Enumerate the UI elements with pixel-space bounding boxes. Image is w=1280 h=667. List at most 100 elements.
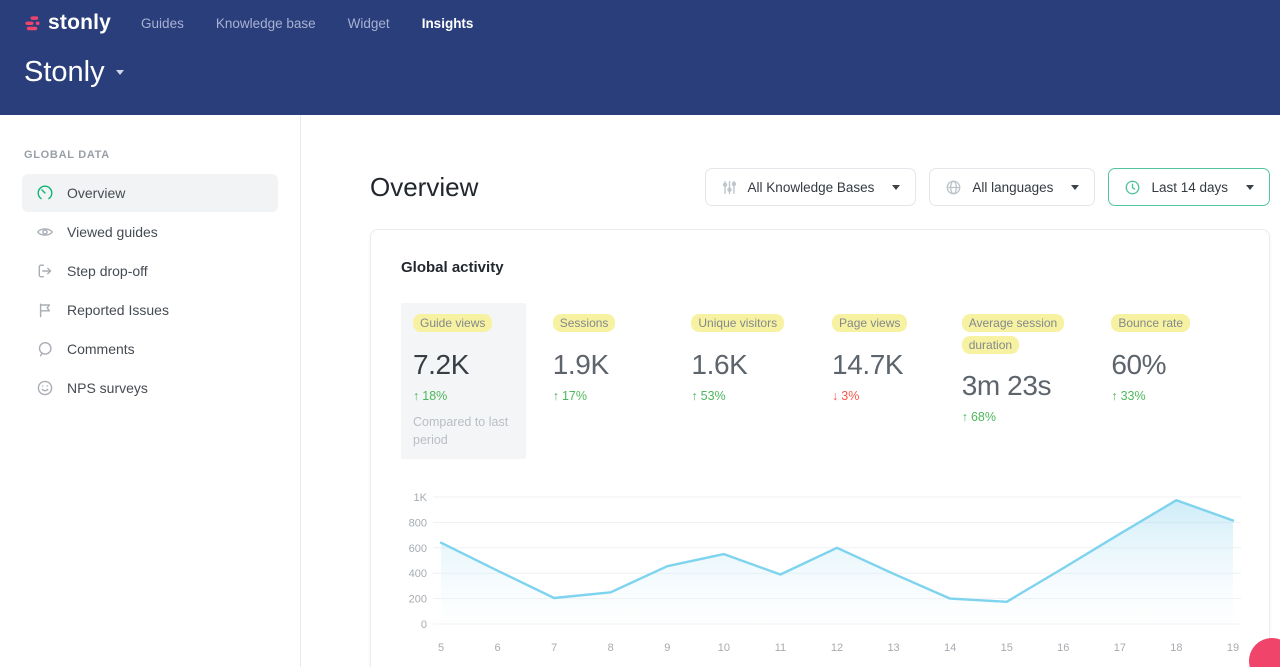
metrics-row: Guide views 7.2K ↑18% Compared to last p… [401, 303, 1239, 459]
sidebar-section-label: GLOBAL DATA [0, 149, 300, 161]
metric-delta: ↑17% [553, 389, 682, 403]
sidebar-item-label: Reported Issues [67, 302, 169, 318]
svg-text:12: 12 [831, 642, 843, 654]
trend-arrow-icon: ↓ [832, 389, 838, 403]
sidebar-item-label: Overview [67, 185, 125, 201]
sidebar-item-viewed-guides[interactable]: Viewed guides [22, 213, 278, 251]
globe-icon [945, 179, 962, 196]
workspace-name: Stonly [24, 56, 105, 89]
content-area: Overview All Knowledge Bases [301, 115, 1280, 667]
nav-item-insights[interactable]: Insights [422, 12, 474, 35]
sidebar-item-label: Viewed guides [67, 224, 158, 240]
svg-text:18: 18 [1170, 642, 1182, 654]
svg-text:16: 16 [1057, 642, 1069, 654]
eye-icon [36, 223, 54, 241]
svg-text:0: 0 [421, 619, 427, 631]
workspace-switcher[interactable]: Stonly [24, 56, 124, 89]
date-range-filter[interactable]: Last 14 days [1108, 168, 1270, 206]
metric-delta: ↑33% [1111, 389, 1229, 403]
metric-label: Average session duration [962, 314, 1065, 354]
sidebar: GLOBAL DATA Overview Viewed guides Step … [0, 115, 301, 667]
comment-icon [36, 340, 54, 358]
svg-text:7: 7 [551, 642, 557, 654]
chevron-down-icon [1071, 185, 1079, 190]
chevron-down-icon [1246, 185, 1254, 190]
metric-value: 60% [1111, 349, 1229, 381]
global-activity-card: Global activity Guide views 7.2K ↑18% Co… [370, 229, 1270, 667]
metric-value: 1.9K [553, 349, 682, 381]
metric-delta: ↓3% [832, 389, 952, 403]
filter-label: All languages [972, 180, 1053, 195]
card-title: Global activity [401, 259, 1239, 276]
nav-item-widget[interactable]: Widget [348, 12, 390, 35]
metric-delta: ↑68% [962, 410, 1102, 424]
metric-bounce-rate[interactable]: Bounce rate 60% ↑33% [1111, 303, 1239, 459]
metric-unique-visitors[interactable]: Unique visitors 1.6K ↑53% [691, 303, 832, 459]
trend-arrow-icon: ↑ [1111, 389, 1117, 403]
metric-page-views[interactable]: Page views 14.7K ↓3% [832, 303, 962, 459]
main-layout: GLOBAL DATA Overview Viewed guides Step … [0, 115, 1280, 667]
logo-text: stonly [48, 11, 111, 35]
metric-value: 7.2K [413, 349, 514, 381]
sidebar-item-reported-issues[interactable]: Reported Issues [22, 291, 278, 329]
activity-chart-container: 02004006008001K5678910111213141516171819 [401, 485, 1239, 660]
nav-item-knowledge-base[interactable]: Knowledge base [216, 12, 316, 35]
sidebar-item-step-drop-off[interactable]: Step drop-off [22, 252, 278, 290]
flag-icon [36, 301, 54, 319]
svg-text:400: 400 [409, 568, 427, 580]
filter-label: Last 14 days [1151, 180, 1228, 195]
filters-row: All Knowledge Bases All languages [705, 168, 1270, 206]
sidebar-item-label: NPS surveys [67, 380, 148, 396]
svg-text:600: 600 [409, 543, 427, 555]
svg-text:13: 13 [887, 642, 899, 654]
metric-value: 3m 23s [962, 370, 1102, 402]
sidebar-item-label: Step drop-off [67, 263, 148, 279]
metric-label: Guide views [413, 314, 492, 332]
metric-label: Sessions [553, 314, 616, 332]
metric-delta: ↑53% [691, 389, 822, 403]
metric-avg-session-duration[interactable]: Average session duration 3m 23s ↑68% [962, 303, 1112, 459]
stonly-logo[interactable]: stonly [24, 11, 111, 35]
trend-arrow-icon: ↑ [691, 389, 697, 403]
metric-value: 1.6K [691, 349, 822, 381]
chevron-down-icon [892, 185, 900, 190]
svg-text:5: 5 [438, 642, 444, 654]
svg-text:9: 9 [664, 642, 670, 654]
content-header: Overview All Knowledge Bases [370, 168, 1270, 206]
sliders-icon [721, 179, 738, 196]
svg-text:14: 14 [944, 642, 956, 654]
metric-value: 14.7K [832, 349, 952, 381]
trend-arrow-icon: ↑ [553, 389, 559, 403]
smiley-icon [36, 379, 54, 397]
languages-filter[interactable]: All languages [929, 168, 1095, 206]
chevron-down-icon [116, 70, 124, 75]
topbar: stonly Guides Knowledge base Widget Insi… [0, 0, 1280, 115]
metric-note: Compared to last period [413, 413, 514, 449]
metric-guide-views[interactable]: Guide views 7.2K ↑18% Compared to last p… [401, 303, 526, 459]
metric-sessions[interactable]: Sessions 1.9K ↑17% [553, 303, 692, 459]
clock-icon [1124, 179, 1141, 196]
sidebar-item-overview[interactable]: Overview [22, 174, 278, 212]
page-title: Overview [370, 172, 478, 203]
svg-text:8: 8 [608, 642, 614, 654]
trend-arrow-icon: ↑ [413, 389, 419, 403]
nav-item-guides[interactable]: Guides [141, 12, 184, 35]
knowledge-bases-filter[interactable]: All Knowledge Bases [705, 168, 917, 206]
sidebar-item-nps-surveys[interactable]: NPS surveys [22, 369, 278, 407]
top-navigation: stonly Guides Knowledge base Widget Insi… [24, 11, 1256, 35]
metric-label: Bounce rate [1111, 314, 1190, 332]
metric-label: Page views [832, 314, 907, 332]
exit-icon [36, 262, 54, 280]
stonly-logo-icon [24, 15, 41, 32]
svg-text:11: 11 [775, 642, 786, 654]
svg-text:15: 15 [1001, 642, 1013, 654]
sidebar-item-comments[interactable]: Comments [22, 330, 278, 368]
svg-text:17: 17 [1114, 642, 1126, 654]
trend-arrow-icon: ↑ [962, 410, 968, 424]
activity-area-chart: 02004006008001K5678910111213141516171819 [401, 485, 1241, 660]
svg-text:6: 6 [495, 642, 501, 654]
sidebar-item-label: Comments [67, 341, 135, 357]
svg-text:200: 200 [409, 593, 427, 605]
metric-delta: ↑18% [413, 389, 514, 403]
filter-label: All Knowledge Bases [748, 180, 875, 195]
